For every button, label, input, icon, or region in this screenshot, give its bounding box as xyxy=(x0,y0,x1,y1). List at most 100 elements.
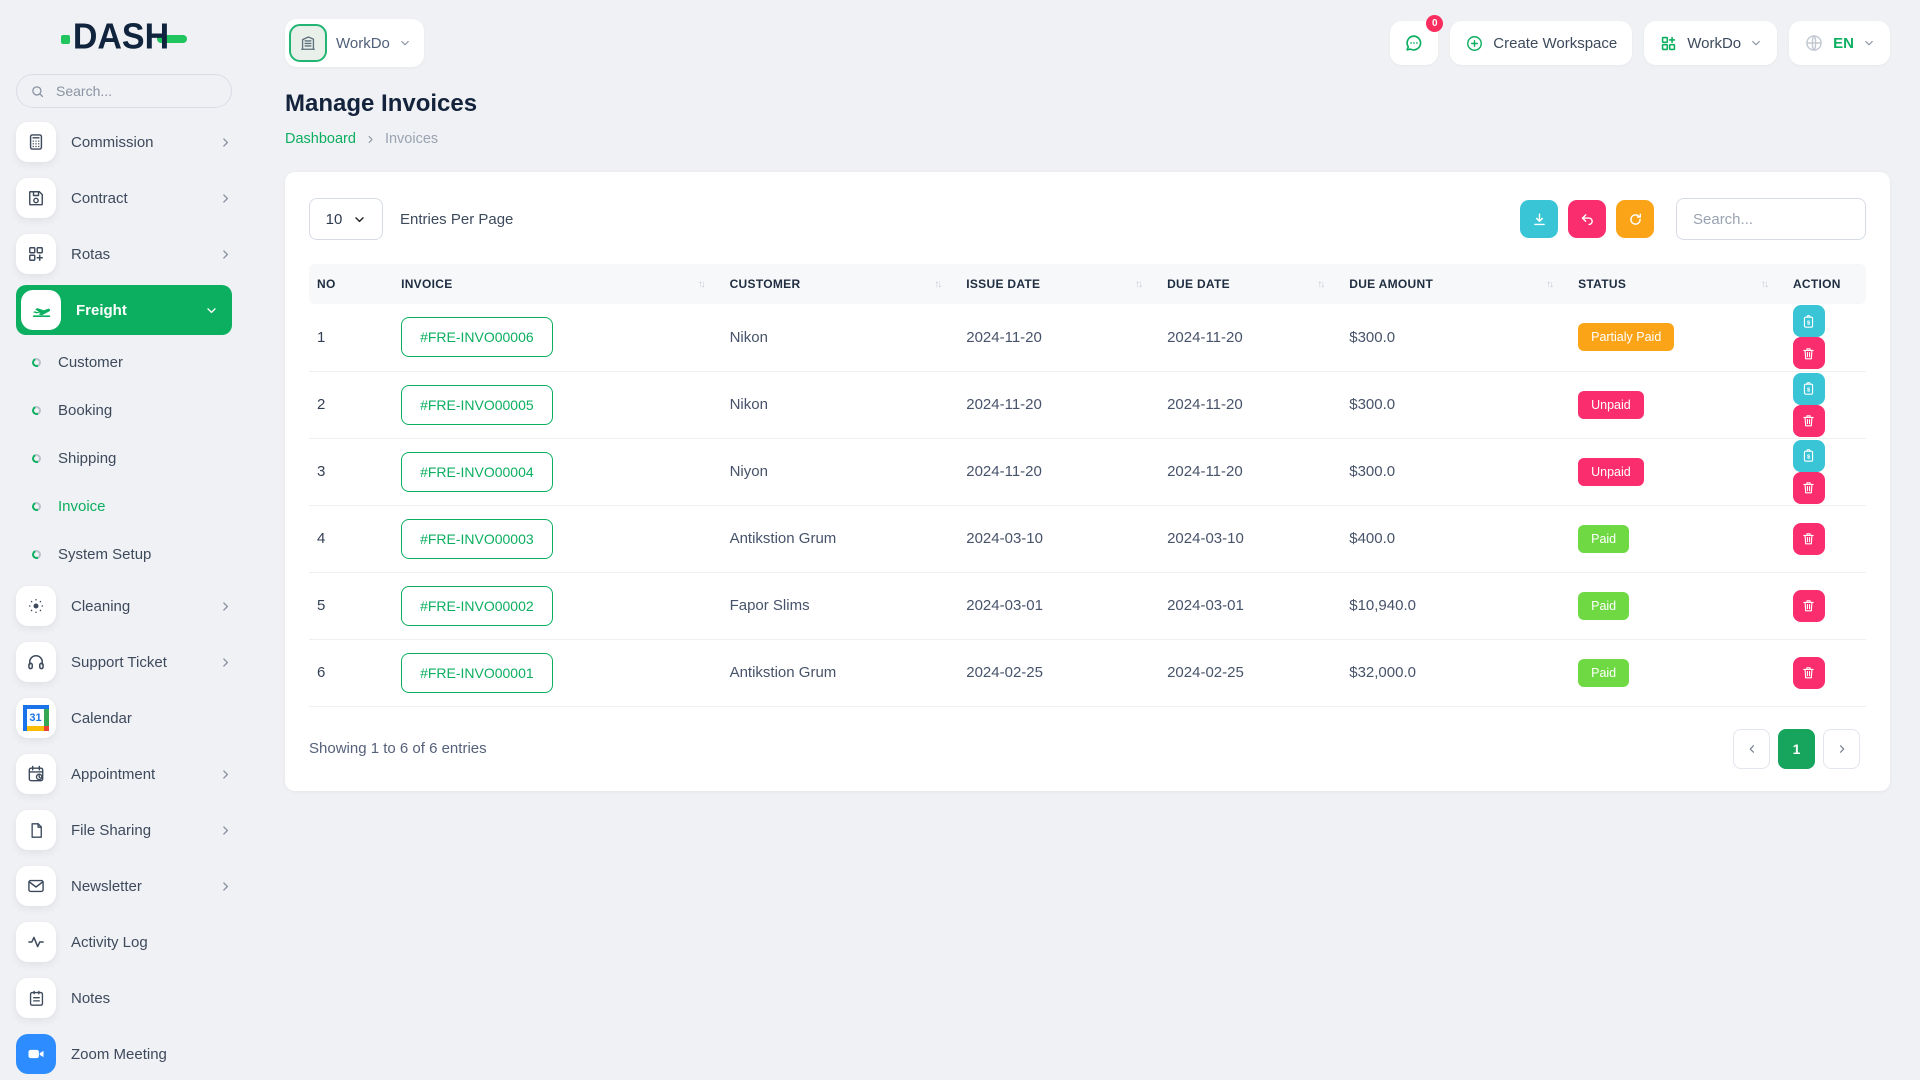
page-content: Manage Invoices Dashboard Invoices 10 En… xyxy=(240,90,1920,791)
table-footer: Showing 1 to 6 of 6 entries 1 xyxy=(309,729,1866,769)
due-date-cell: 2024-02-25 xyxy=(1159,639,1341,706)
pagination-next-button[interactable] xyxy=(1823,729,1860,769)
entries-per-page-select[interactable]: 10 xyxy=(309,198,383,240)
sidebar-item-zoom-meeting[interactable]: Zoom Meeting xyxy=(16,1026,232,1080)
issue-date-cell: 2024-03-01 xyxy=(958,572,1159,639)
sidebar-item-label: Commission xyxy=(71,134,154,151)
column-header-status[interactable]: STATUS↑↓ xyxy=(1570,264,1785,304)
sidebar-item-rotas[interactable]: Rotas xyxy=(16,226,232,282)
delete-button[interactable] xyxy=(1793,405,1825,437)
issue-date-cell: 2024-11-20 xyxy=(958,304,1159,371)
sidebar-item-freight[interactable]: Freight xyxy=(16,285,232,335)
chevron-right-icon xyxy=(219,600,232,613)
column-header-due-amount[interactable]: DUE AMOUNT↑↓ xyxy=(1341,264,1570,304)
sidebar-item-contract[interactable]: Contract xyxy=(16,170,232,226)
sidebar-item-calendar[interactable]: 31 Calendar xyxy=(16,690,232,746)
sidebar-subitem-system-setup[interactable]: System Setup xyxy=(16,530,232,578)
trash-icon xyxy=(1801,598,1816,613)
headphones-icon xyxy=(16,642,56,682)
pagination-prev-button[interactable] xyxy=(1733,729,1770,769)
sort-icon[interactable]: ↑↓ xyxy=(698,279,714,290)
envelope-icon xyxy=(16,866,56,906)
delete-button[interactable] xyxy=(1793,590,1825,622)
sort-icon[interactable]: ↑↓ xyxy=(1761,279,1777,290)
chevron-right-icon xyxy=(219,192,232,205)
payment-reminder-button[interactable]: $ xyxy=(1793,440,1825,472)
row-number: 1 xyxy=(309,304,393,371)
row-number: 5 xyxy=(309,572,393,639)
breadcrumb-dashboard-link[interactable]: Dashboard xyxy=(285,131,356,147)
sidebar-item-file-sharing[interactable]: File Sharing xyxy=(16,802,232,858)
pagination-page-1-button[interactable]: 1 xyxy=(1778,729,1815,769)
sort-icon[interactable]: ↑↓ xyxy=(1317,279,1333,290)
save-icon xyxy=(16,178,56,218)
workspace-selector[interactable]: WorkDo xyxy=(285,19,424,67)
back-button[interactable] xyxy=(1568,200,1606,238)
messages-button[interactable]: 0 xyxy=(1390,21,1438,65)
status-badge: Paid xyxy=(1578,592,1629,620)
activity-pulse-icon xyxy=(16,922,56,962)
sort-icon[interactable]: ↑↓ xyxy=(1135,279,1151,290)
sidebar-item-support-ticket[interactable]: Support Ticket xyxy=(16,634,232,690)
due-date-cell: 2024-11-20 xyxy=(1159,438,1341,505)
sidebar-subitem-shipping[interactable]: Shipping xyxy=(16,434,232,482)
export-button[interactable] xyxy=(1520,200,1558,238)
create-workspace-label: Create Workspace xyxy=(1493,35,1617,52)
delete-button[interactable] xyxy=(1793,337,1825,369)
refresh-button[interactable] xyxy=(1616,200,1654,238)
sidebar-subitem-booking[interactable]: Booking xyxy=(16,386,232,434)
create-workspace-button[interactable]: Create Workspace xyxy=(1450,21,1632,65)
sidebar-search[interactable] xyxy=(16,74,232,108)
invoice-link-button[interactable]: #FRE-INVO00004 xyxy=(401,452,553,492)
language-selector[interactable]: EN xyxy=(1789,21,1890,65)
column-header-issue-date[interactable]: ISSUE DATE↑↓ xyxy=(958,264,1159,304)
sort-icon[interactable]: ↑↓ xyxy=(934,279,950,290)
column-header-due-date[interactable]: DUE DATE↑↓ xyxy=(1159,264,1341,304)
delete-button[interactable] xyxy=(1793,523,1825,555)
sidebar-item-newsletter[interactable]: Newsletter xyxy=(16,858,232,914)
sidebar-subitem-label: Customer xyxy=(58,354,123,371)
due-date-cell: 2024-03-10 xyxy=(1159,505,1341,572)
chevron-right-icon xyxy=(219,824,232,837)
status-badge: Paid xyxy=(1578,659,1629,687)
sidebar-item-commission[interactable]: Commission xyxy=(16,114,232,170)
column-header-customer[interactable]: CUSTOMER↑↓ xyxy=(722,264,959,304)
sidebar-item-label: Appointment xyxy=(71,766,155,783)
chevron-right-icon xyxy=(219,248,232,261)
sidebar-subitem-label: Shipping xyxy=(58,450,116,467)
calculator-icon xyxy=(16,122,56,162)
svg-text:$: $ xyxy=(1807,320,1811,326)
invoice-link-button[interactable]: #FRE-INVO00001 xyxy=(401,653,553,693)
customer-cell: Niyon xyxy=(722,438,959,505)
chevron-right-icon xyxy=(219,768,232,781)
workspace-switcher[interactable]: WorkDo xyxy=(1644,21,1777,65)
table-search-input[interactable] xyxy=(1676,198,1866,240)
payment-reminder-button[interactable]: $ xyxy=(1793,305,1825,337)
invoice-link-button[interactable]: #FRE-INVO00002 xyxy=(401,586,553,626)
sidebar-item-cleaning[interactable]: Cleaning xyxy=(16,578,232,634)
sidebar-item-notes[interactable]: Notes xyxy=(16,970,232,1026)
sidebar-item-appointment[interactable]: Appointment xyxy=(16,746,232,802)
sidebar-subitem-customer[interactable]: Customer xyxy=(16,338,232,386)
table-row: 6 #FRE-INVO00001 Antikstion Grum 2024-02… xyxy=(309,639,1866,706)
invoice-link-button[interactable]: #FRE-INVO00006 xyxy=(401,317,553,357)
sort-icon[interactable]: ↑↓ xyxy=(1546,279,1562,290)
app-logo[interactable]: DASH xyxy=(16,0,232,74)
column-header-invoice[interactable]: INVOICE↑↓ xyxy=(393,264,722,304)
plane-takeoff-icon xyxy=(21,290,61,330)
delete-button[interactable] xyxy=(1793,472,1825,504)
entries-per-page-label: Entries Per Page xyxy=(400,211,513,228)
sidebar-search-input[interactable] xyxy=(54,82,218,100)
invoice-link-button[interactable]: #FRE-INVO00005 xyxy=(401,385,553,425)
sidebar-item-label: Contract xyxy=(71,190,128,207)
video-camera-icon xyxy=(16,1034,56,1074)
invoice-link-button[interactable]: #FRE-INVO00003 xyxy=(401,519,553,559)
column-header-action: ACTION xyxy=(1785,264,1866,304)
delete-button[interactable] xyxy=(1793,657,1825,689)
payment-reminder-button[interactable]: $ xyxy=(1793,373,1825,405)
plus-circle-icon xyxy=(1465,34,1484,53)
due-amount-cell: $400.0 xyxy=(1341,505,1570,572)
column-header-no[interactable]: NO xyxy=(309,264,393,304)
sidebar-subitem-invoice[interactable]: Invoice xyxy=(16,482,232,530)
sidebar-item-activity-log[interactable]: Activity Log xyxy=(16,914,232,970)
